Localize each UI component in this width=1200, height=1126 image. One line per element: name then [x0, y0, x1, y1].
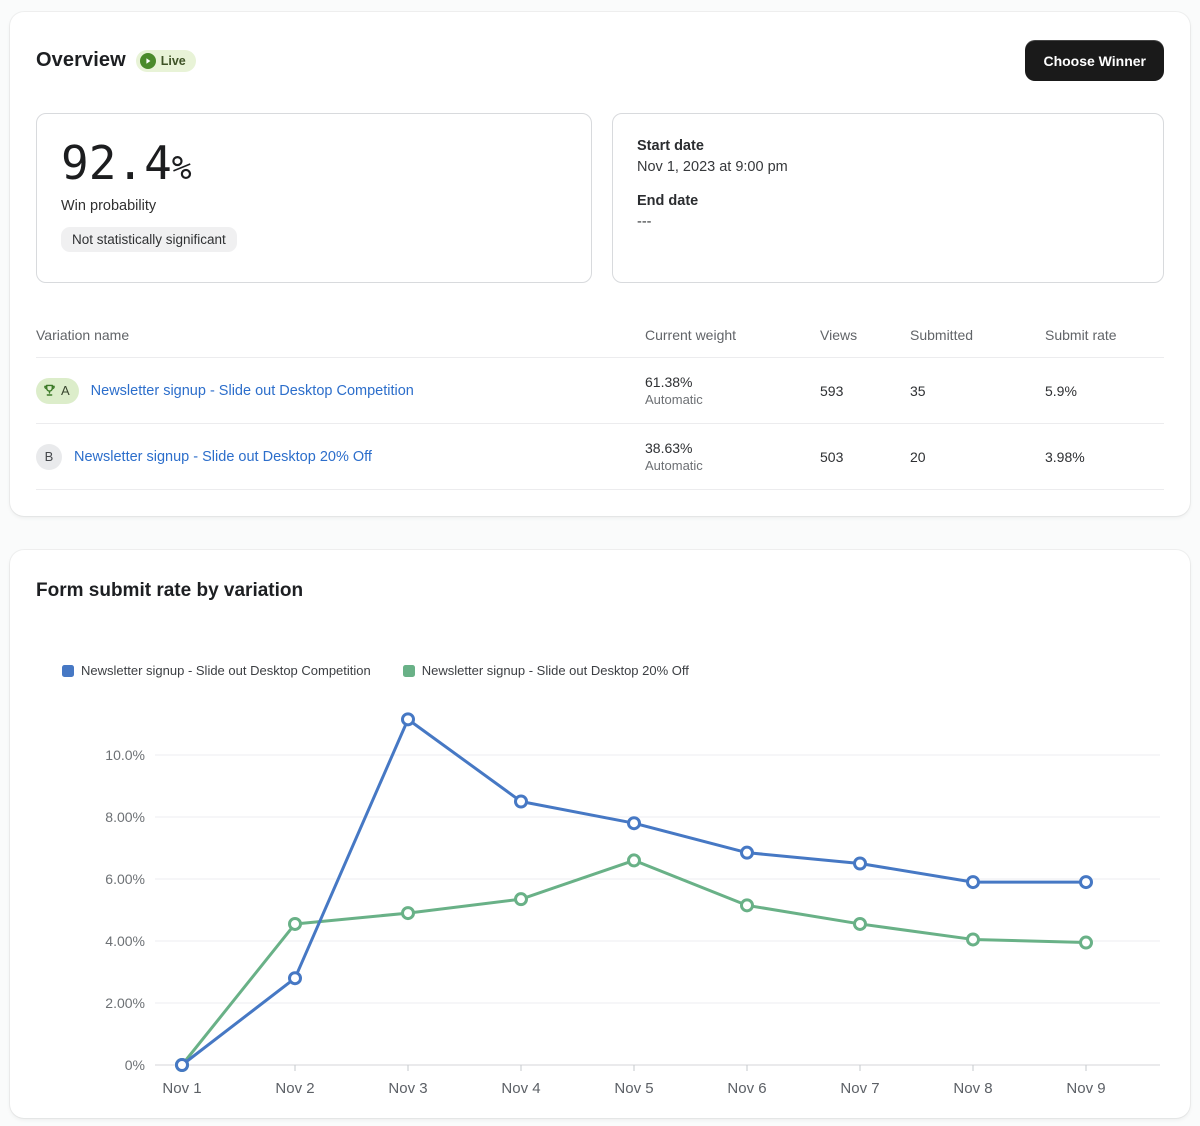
col-header-variation-name: Variation name: [36, 327, 645, 343]
start-date-value: Nov 1, 2023 at 9:00 pm: [637, 159, 1139, 175]
svg-text:6.00%: 6.00%: [105, 871, 145, 887]
svg-text:0%: 0%: [125, 1057, 145, 1073]
variation-b-link[interactable]: Newsletter signup - Slide out Desktop 20…: [74, 449, 372, 465]
play-icon: [140, 53, 156, 69]
variation-a-weight-mode: Automatic: [645, 392, 810, 407]
variation-a-weight: 61.38%: [645, 374, 810, 390]
variation-b-weight-mode: Automatic: [645, 458, 810, 473]
svg-text:Nov 4: Nov 4: [501, 1080, 540, 1097]
variation-b-weight: 38.63%: [645, 440, 810, 456]
variation-a-submit-rate: 5.9%: [1045, 383, 1164, 399]
variation-b-badge: B: [36, 444, 62, 470]
live-status-label: Live: [161, 54, 186, 68]
col-header-submit-rate: Submit rate: [1045, 327, 1164, 343]
col-header-submitted: Submitted: [910, 327, 1045, 343]
svg-text:Nov 6: Nov 6: [727, 1080, 766, 1097]
end-date-value: ---: [637, 214, 1139, 230]
svg-text:Nov 3: Nov 3: [388, 1080, 427, 1097]
variation-a-submitted: 35: [910, 383, 1045, 399]
trophy-icon: [42, 383, 57, 398]
overview-card: Overview Live Choose Winner 92.4% Win pr…: [10, 12, 1190, 516]
end-date-block: End date ---: [637, 193, 1139, 230]
start-date-block: Start date Nov 1, 2023 at 9:00 pm: [637, 138, 1139, 175]
legend-swatch-blue: [62, 665, 74, 677]
chart-legend: Newsletter signup - Slide out Desktop Co…: [62, 663, 689, 678]
variation-a-letter: A: [61, 383, 70, 398]
table-row: A Newsletter signup - Slide out Desktop …: [36, 358, 1164, 424]
svg-text:10.0%: 10.0%: [105, 747, 145, 763]
chart-title: Form submit rate by variation: [36, 580, 303, 602]
win-probability-label: Win probability: [61, 198, 567, 214]
col-header-current-weight: Current weight: [645, 327, 820, 343]
variation-b-views: 503: [820, 449, 910, 465]
svg-text:4.00%: 4.00%: [105, 933, 145, 949]
variation-a-link[interactable]: Newsletter signup - Slide out Desktop Co…: [91, 383, 414, 399]
win-probability-box: 92.4% Win probability Not statistically …: [36, 113, 592, 283]
table-row: B Newsletter signup - Slide out Desktop …: [36, 424, 1164, 490]
choose-winner-button[interactable]: Choose Winner: [1025, 40, 1164, 81]
live-status-badge: Live: [136, 50, 196, 72]
variation-a-views: 593: [820, 383, 910, 399]
ab-test-dashboard: Overview Live Choose Winner 92.4% Win pr…: [0, 0, 1200, 1126]
table-header-row: Variation name Current weight Views Subm…: [36, 312, 1164, 358]
svg-text:2.00%: 2.00%: [105, 995, 145, 1011]
svg-text:8.00%: 8.00%: [105, 809, 145, 825]
submit-rate-chart-card: Form submit rate by variation Newsletter…: [10, 550, 1190, 1118]
svg-text:Nov 7: Nov 7: [840, 1080, 879, 1097]
submit-rate-line-chart[interactable]: 10.0% 8.00% 6.00% 4.00% 2.00% 0% Nov 1 Nov 2 Nov…: [36, 695, 1164, 1110]
legend-item-competition: Newsletter signup - Slide out Desktop Co…: [62, 663, 371, 678]
variation-b-submit-rate: 3.98%: [1045, 449, 1164, 465]
variations-table: Variation name Current weight Views Subm…: [36, 312, 1164, 490]
col-header-views: Views: [820, 327, 910, 343]
start-date-label: Start date: [637, 138, 1139, 154]
overview-title: Overview: [36, 49, 126, 72]
significance-badge: Not statistically significant: [61, 227, 237, 252]
overview-summary-row: 92.4% Win probability Not statistically …: [36, 113, 1164, 283]
svg-text:Nov 8: Nov 8: [953, 1080, 992, 1097]
overview-header: Overview Live Choose Winner: [36, 40, 1164, 81]
legend-item-20-off: Newsletter signup - Slide out Desktop 20…: [403, 663, 689, 678]
variation-a-winner-badge: A: [36, 378, 79, 404]
svg-text:Nov 5: Nov 5: [614, 1080, 653, 1097]
dates-box: Start date Nov 1, 2023 at 9:00 pm End da…: [612, 113, 1164, 283]
win-probability-value: 92.4%: [61, 140, 567, 186]
end-date-label: End date: [637, 193, 1139, 209]
svg-text:Nov 2: Nov 2: [275, 1080, 314, 1097]
svg-text:Nov 1: Nov 1: [162, 1080, 201, 1097]
variation-b-submitted: 20: [910, 449, 1045, 465]
svg-text:Nov 9: Nov 9: [1066, 1080, 1105, 1097]
legend-swatch-green: [403, 665, 415, 677]
